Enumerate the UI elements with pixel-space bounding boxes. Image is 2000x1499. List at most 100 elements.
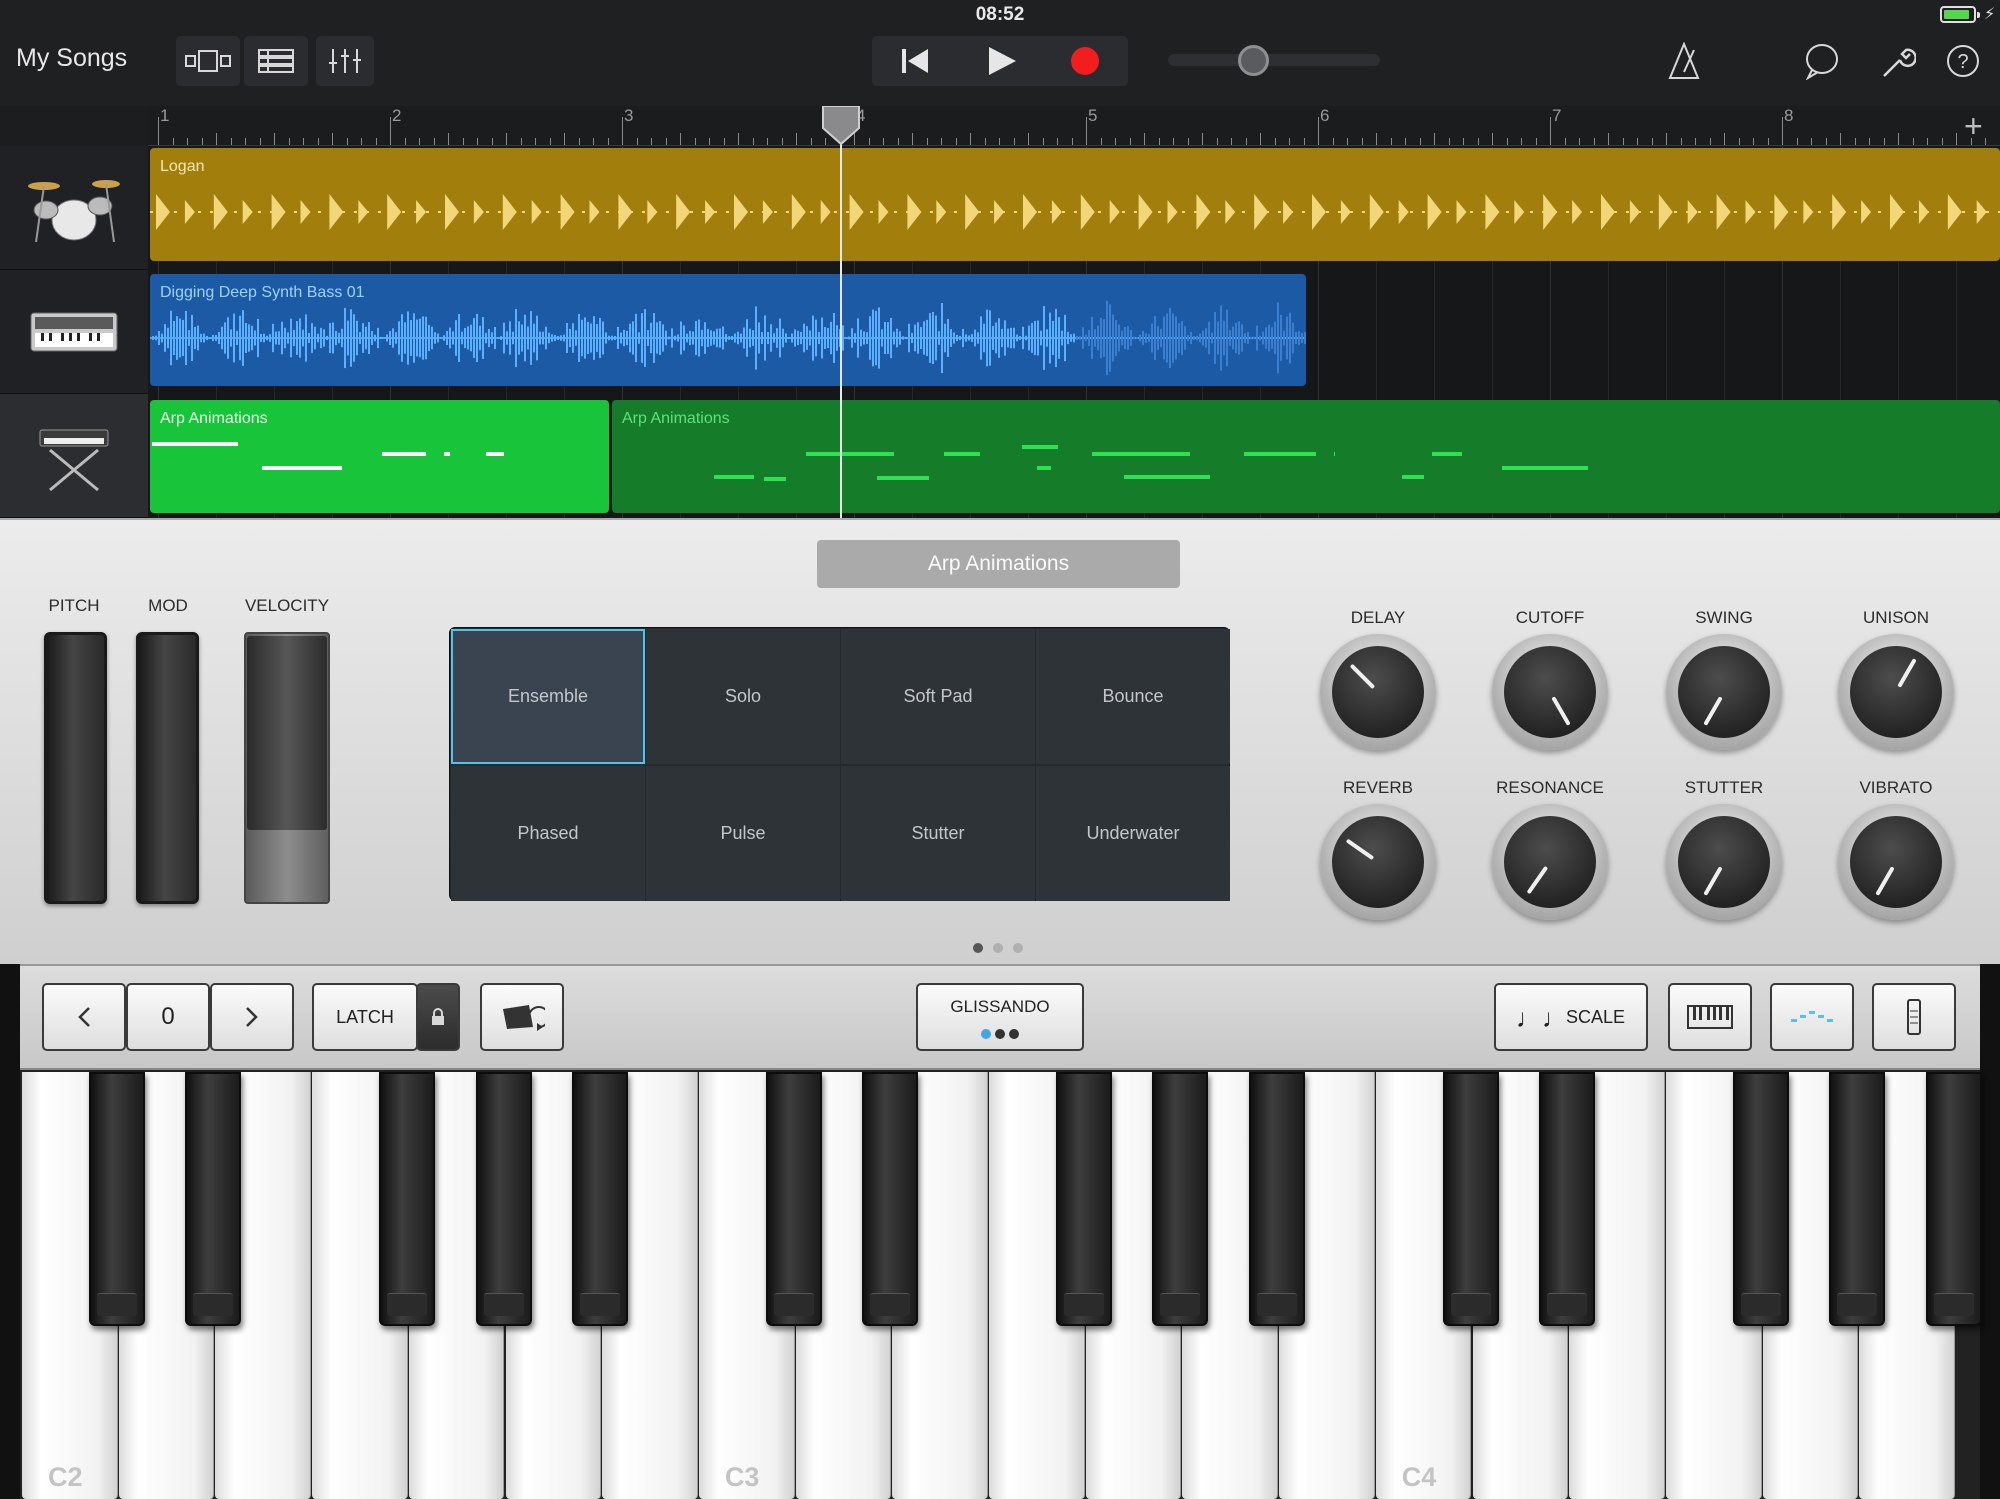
page-indicator[interactable] bbox=[968, 940, 1028, 958]
ruler-tick bbox=[738, 133, 739, 145]
region-drums[interactable]: Logan bbox=[150, 148, 2000, 261]
ruler-tick bbox=[1492, 133, 1493, 145]
metronome-icon[interactable] bbox=[1668, 41, 1700, 85]
my-songs-button[interactable]: My Songs bbox=[16, 44, 127, 73]
waveform-sample bbox=[185, 310, 187, 366]
ruler-tick bbox=[665, 138, 667, 145]
ruler-tick bbox=[1057, 138, 1058, 145]
latch-button[interactable]: LATCH bbox=[312, 983, 418, 1051]
black-key[interactable] bbox=[1249, 1072, 1306, 1326]
patch-pad-stutter[interactable]: Stutter bbox=[841, 766, 1035, 901]
mixer-icon[interactable] bbox=[316, 36, 374, 86]
ruler-tick bbox=[752, 138, 754, 145]
waveform-sample bbox=[272, 323, 274, 353]
timeline-ruler[interactable]: 12345678 bbox=[148, 106, 2000, 146]
ruler-tick bbox=[317, 138, 319, 145]
scale-button[interactable]: ♩♩ SCALE bbox=[1494, 983, 1648, 1051]
patch-pad-soft-pad[interactable]: Soft Pad bbox=[841, 629, 1035, 764]
help-icon[interactable]: ? bbox=[1946, 44, 1980, 83]
play-icon[interactable] bbox=[957, 36, 1042, 86]
octave-up-button[interactable] bbox=[210, 983, 294, 1051]
black-key[interactable] bbox=[1539, 1072, 1596, 1326]
black-key[interactable] bbox=[572, 1072, 629, 1326]
pitch-wheel[interactable] bbox=[44, 632, 107, 904]
waveform-sample bbox=[1136, 336, 1138, 340]
playhead-handle[interactable] bbox=[821, 105, 861, 151]
ruler-tick bbox=[1927, 138, 1928, 145]
waveform-sample bbox=[302, 329, 304, 347]
black-key[interactable] bbox=[1152, 1072, 1209, 1326]
reverb-knob[interactable] bbox=[1320, 804, 1436, 920]
region-arp-1[interactable]: Arp Animations bbox=[150, 400, 609, 513]
patch-pad-phased[interactable]: Phased bbox=[451, 766, 645, 901]
octave-down-button[interactable] bbox=[42, 983, 126, 1051]
vibrato-knob[interactable] bbox=[1838, 804, 1954, 920]
master-volume-slider[interactable] bbox=[1168, 54, 1380, 66]
loop-browser-icon[interactable] bbox=[1804, 42, 1840, 85]
resonance-knob[interactable] bbox=[1492, 804, 1608, 920]
region-synth-bass[interactable]: Digging Deep Synth Bass 01 bbox=[150, 274, 1306, 386]
black-key[interactable] bbox=[1442, 1072, 1499, 1326]
rewind-icon[interactable] bbox=[872, 36, 957, 86]
waveform-sample bbox=[1241, 324, 1243, 352]
latch-lock-icon[interactable] bbox=[416, 983, 460, 1051]
drum-hit bbox=[1254, 194, 1269, 230]
tracks-list-icon[interactable] bbox=[244, 36, 308, 86]
waveform-sample bbox=[704, 322, 706, 354]
track-header-keyboard[interactable] bbox=[0, 394, 148, 518]
unison-knob[interactable] bbox=[1838, 634, 1954, 750]
black-key[interactable] bbox=[1732, 1072, 1789, 1326]
track-view-icon[interactable] bbox=[176, 36, 240, 86]
cutoff-knob[interactable] bbox=[1492, 634, 1608, 750]
playhead-line[interactable] bbox=[840, 106, 842, 521]
black-key[interactable] bbox=[1055, 1072, 1112, 1326]
swing-knob[interactable] bbox=[1666, 634, 1782, 750]
sustain-strip-icon[interactable] bbox=[1872, 983, 1956, 1051]
waveform-sample bbox=[425, 316, 427, 360]
add-section-icon[interactable]: + bbox=[1964, 108, 1983, 145]
black-key[interactable] bbox=[185, 1072, 242, 1326]
black-key[interactable] bbox=[378, 1072, 435, 1326]
keyboard-layout-icon[interactable] bbox=[1668, 983, 1752, 1051]
patch-pad-underwater[interactable]: Underwater bbox=[1036, 766, 1230, 901]
waveform-sample bbox=[1082, 327, 1084, 349]
arpeggiator-icon[interactable] bbox=[480, 983, 564, 1051]
ruler-tick bbox=[1782, 117, 1783, 145]
patch-pad-pulse[interactable]: Pulse bbox=[646, 766, 840, 901]
black-key[interactable] bbox=[88, 1072, 145, 1326]
black-key[interactable] bbox=[765, 1072, 822, 1326]
master-volume-knob[interactable] bbox=[1237, 45, 1269, 76]
synth-icon bbox=[30, 312, 118, 351]
waveform-sample bbox=[1133, 336, 1135, 340]
settings-wrench-icon[interactable] bbox=[1880, 44, 1917, 85]
waveform-sample bbox=[1055, 308, 1057, 368]
record-icon[interactable] bbox=[1042, 36, 1127, 86]
stutter-knob[interactable] bbox=[1666, 804, 1782, 920]
ruler-tick bbox=[1680, 138, 1682, 145]
black-key[interactable] bbox=[1829, 1072, 1886, 1326]
patch-pad-solo[interactable]: Solo bbox=[646, 629, 840, 764]
black-key[interactable] bbox=[475, 1072, 532, 1326]
waveform-sample bbox=[1088, 329, 1090, 347]
track-header-synth-bass[interactable] bbox=[0, 270, 148, 394]
waveform-sample bbox=[323, 329, 325, 347]
black-key[interactable] bbox=[1926, 1072, 1982, 1326]
black-key[interactable] bbox=[862, 1072, 919, 1326]
track-header-drums[interactable] bbox=[0, 146, 148, 270]
delay-knob[interactable] bbox=[1320, 634, 1436, 750]
mod-wheel[interactable] bbox=[136, 632, 199, 904]
ruler-tick bbox=[810, 138, 812, 145]
waveform-sample bbox=[1169, 307, 1171, 369]
arpeggio-pattern-icon[interactable] bbox=[1770, 983, 1854, 1051]
glissando-button[interactable]: GLISSANDO bbox=[916, 983, 1084, 1051]
patch-name-button[interactable]: Arp Animations bbox=[817, 540, 1180, 588]
patch-pad-bounce[interactable]: Bounce bbox=[1036, 629, 1230, 764]
waveform-sample bbox=[893, 331, 895, 345]
waveform-sample bbox=[1157, 326, 1159, 350]
ruler-tick bbox=[564, 133, 565, 145]
patch-pad-ensemble[interactable]: Ensemble bbox=[451, 629, 645, 764]
ruler-tick bbox=[694, 138, 696, 145]
waveform-sample bbox=[278, 331, 280, 345]
region-arp-2[interactable]: Arp Animations bbox=[612, 400, 2000, 513]
waveform-sample bbox=[1229, 330, 1231, 346]
